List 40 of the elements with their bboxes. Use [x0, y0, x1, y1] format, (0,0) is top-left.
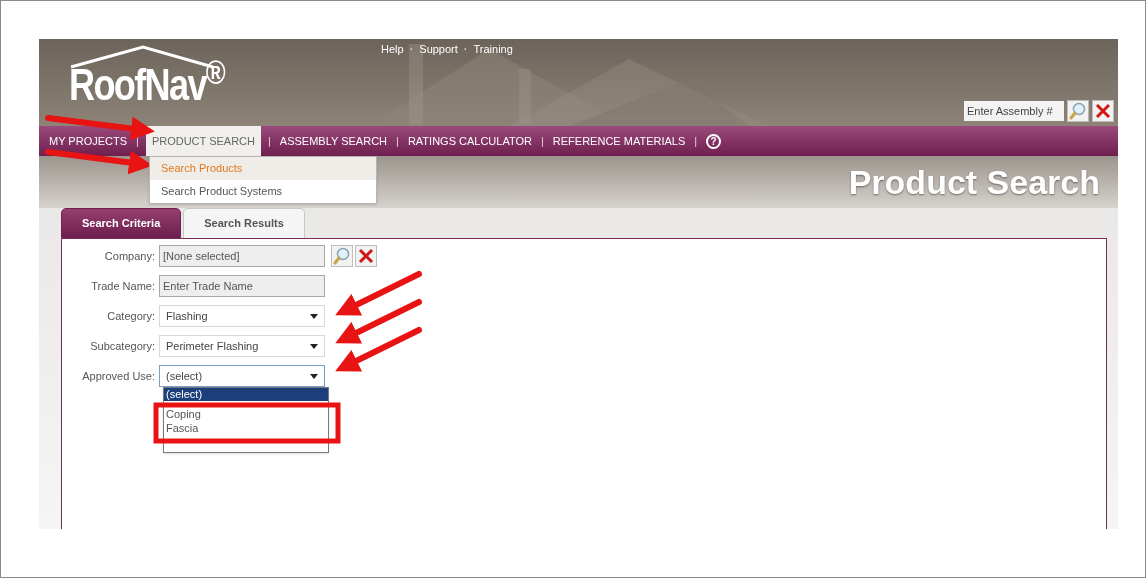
assembly-number-field[interactable]: Enter Assembly # [964, 101, 1064, 121]
select-field[interactable]: (select) [159, 365, 325, 387]
header-link[interactable]: Help [381, 41, 404, 58]
nav-tab[interactable]: REFERENCE MATERIALS [550, 132, 688, 150]
caret-icon [310, 373, 318, 379]
nav-tab[interactable]: RATINGS CALCULATOR [405, 132, 534, 150]
link-separator: · [409, 42, 414, 57]
header-link[interactable]: Support [419, 41, 458, 58]
nav-separator: | [136, 133, 139, 149]
select-field[interactable]: Flashing [159, 305, 325, 327]
page-title: Product Search [848, 161, 1100, 203]
field-label: Subcategory: [89, 338, 156, 354]
field-label: Category: [106, 308, 156, 324]
nav-separator: | [396, 133, 399, 149]
field-label: Company: [103, 248, 156, 264]
header-link[interactable]: Training [473, 41, 513, 58]
close-icon[interactable] [355, 245, 377, 267]
nav-separator: | [540, 133, 544, 149]
nav-separator: | [694, 133, 698, 149]
nav-separator: | [268, 133, 271, 149]
menu-item[interactable]: Search Product Systems [150, 180, 376, 203]
company-field[interactable]: [None selected] [159, 245, 325, 267]
nav-tab[interactable]: MY PROJECTS [47, 132, 130, 150]
caret-icon [310, 313, 318, 319]
field-label: Trade Name: [90, 278, 156, 294]
caret-icon [310, 343, 318, 349]
dropdown-option[interactable]: (select) [164, 388, 328, 401]
dropdown-option[interactable]: Coping [164, 407, 328, 421]
nav-tab[interactable]: ASSEMBLY SEARCH [277, 132, 390, 150]
dropdown-option[interactable]: Fascia [164, 421, 328, 435]
select-field[interactable]: Perimeter Flashing [159, 335, 325, 357]
trade-name-field[interactable]: Enter Trade Name [159, 275, 325, 297]
help-icon[interactable]: ? [706, 133, 722, 149]
logo: RoofNav$^{®}$ [67, 41, 227, 123]
nav-tab[interactable]: PRODUCT SEARCH [145, 126, 261, 156]
close-icon[interactable] [1092, 100, 1114, 122]
tab[interactable]: Search Results [183, 208, 305, 238]
link-separator: · [463, 42, 468, 57]
tab[interactable]: Search Criteria [61, 208, 182, 238]
field-label: Approved Use: [81, 368, 156, 384]
